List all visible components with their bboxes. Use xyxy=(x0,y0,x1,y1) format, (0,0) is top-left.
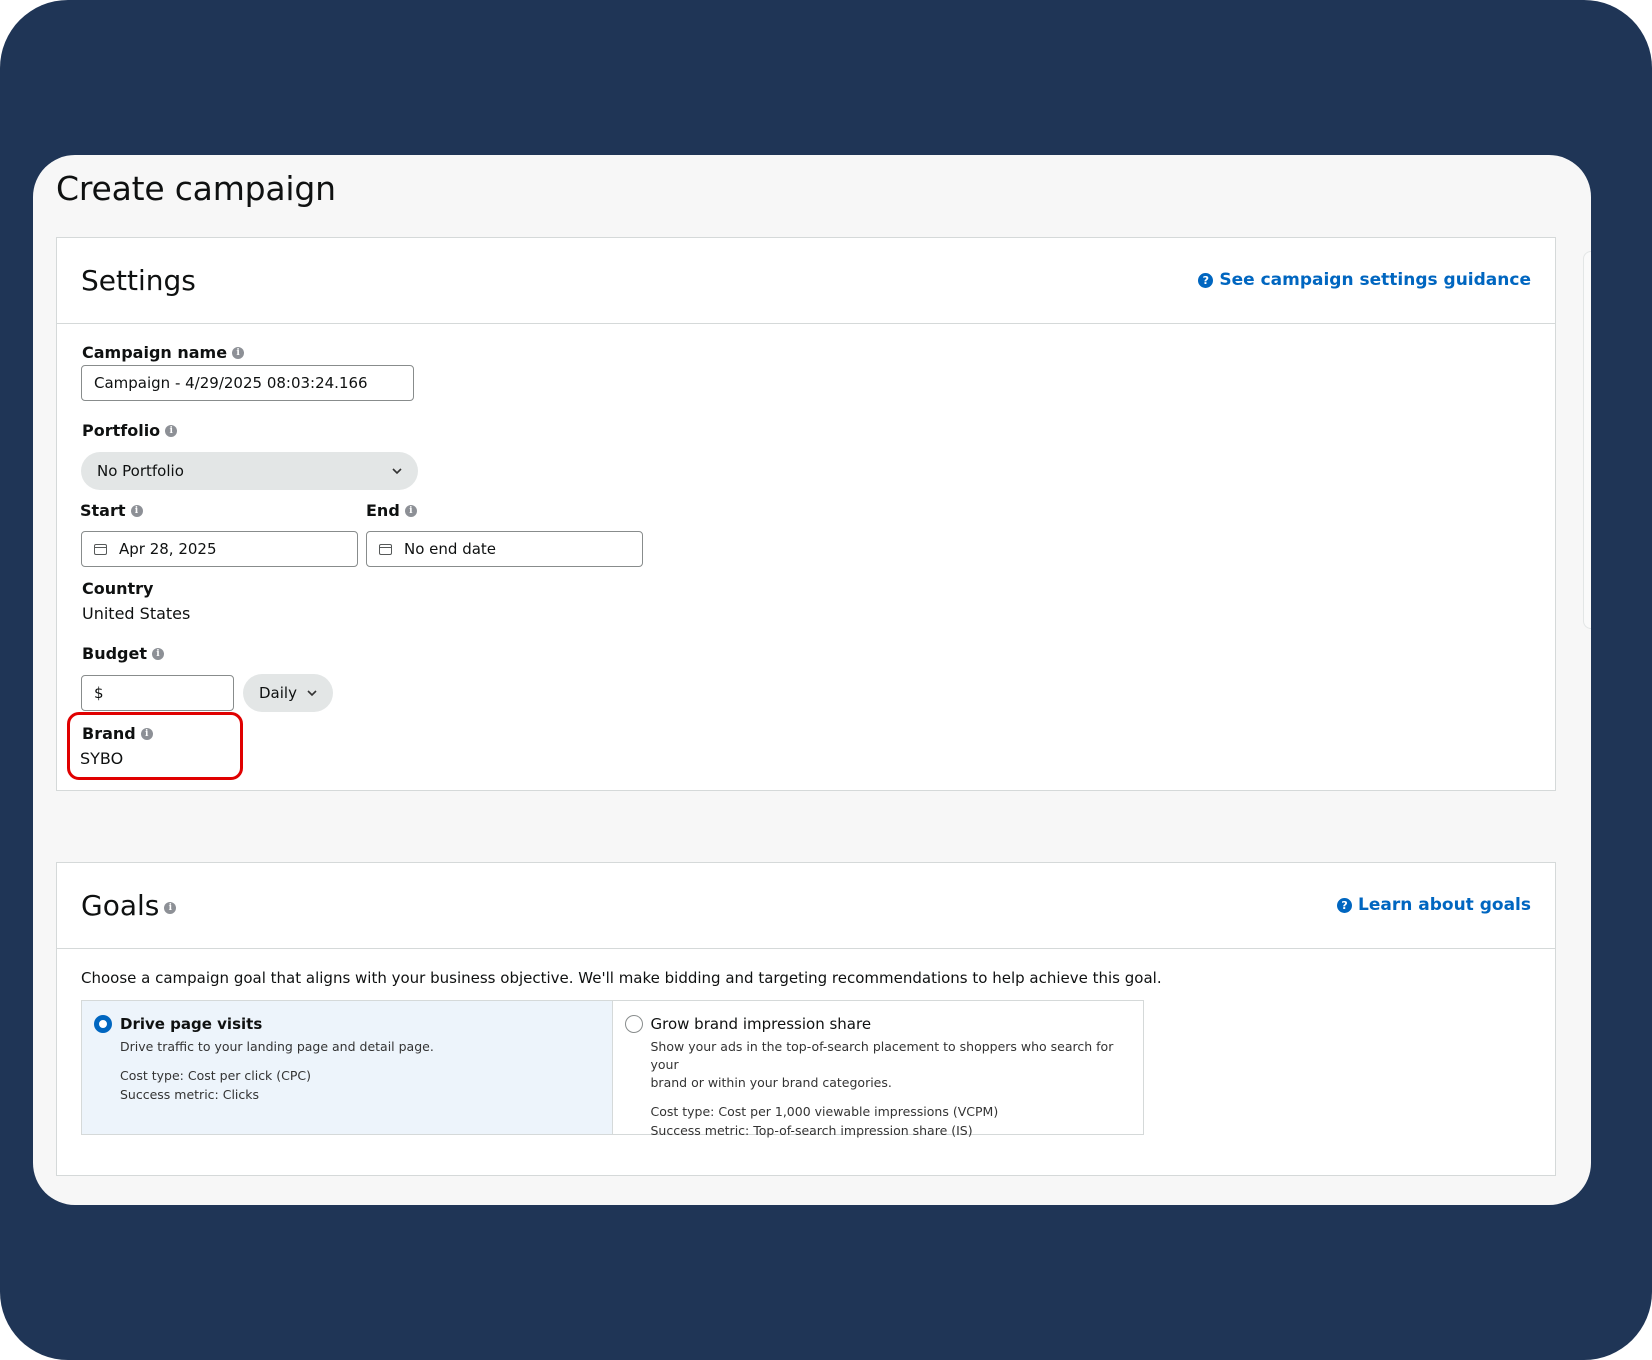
country-label-text: Country xyxy=(82,579,154,598)
help-icon: ? xyxy=(1198,272,1214,288)
start-label: Start i xyxy=(80,501,143,520)
info-icon[interactable]: i xyxy=(152,647,164,660)
start-date-value: Apr 28, 2025 xyxy=(119,540,217,558)
radio-selected-icon[interactable] xyxy=(94,1015,112,1033)
goal-option-subtitle: Show your ads in the top-of-search place… xyxy=(651,1038,1144,1092)
settings-guidance-label: See campaign settings guidance xyxy=(1219,270,1531,290)
portfolio-value: No Portfolio xyxy=(97,462,184,480)
info-icon[interactable]: i xyxy=(130,504,143,517)
goals-header: Goals i ? Learn about goals xyxy=(57,863,1555,949)
outer-frame: Create campaign Settings ? See campaign … xyxy=(0,0,1652,1360)
page-title: Create campaign xyxy=(56,169,336,208)
goal-option-title: Drive page visits xyxy=(120,1015,263,1033)
goal-success-metric: Success metric: Top-of-search impression… xyxy=(650,1123,973,1138)
budget-label-text: Budget xyxy=(82,644,147,663)
goal-option-meta: Cost type: Cost per 1,000 viewable impre… xyxy=(651,1102,1144,1140)
budget-period-value: Daily xyxy=(259,684,297,702)
info-icon[interactable]: i xyxy=(404,504,417,517)
settings-header: Settings ? See campaign settings guidanc… xyxy=(57,238,1555,324)
app-window: Create campaign Settings ? See campaign … xyxy=(33,155,1591,1205)
settings-card: Settings ? See campaign settings guidanc… xyxy=(56,237,1556,791)
info-icon[interactable]: i xyxy=(164,901,177,914)
campaign-name-label: Campaign name i xyxy=(82,343,245,362)
budget-label: Budget i xyxy=(82,644,164,663)
budget-period-select[interactable]: Daily xyxy=(243,674,333,712)
start-date-input[interactable]: Apr 28, 2025 xyxy=(81,531,358,567)
goal-options: Drive page visits Drive traffic to your … xyxy=(81,1000,1144,1138)
campaign-name-value: Campaign - 4/29/2025 08:03:24.166 xyxy=(94,374,368,392)
goal-cost-type: Cost type: Cost per click (CPC) xyxy=(120,1068,312,1083)
settings-title: Settings xyxy=(81,264,196,297)
info-icon[interactable]: i xyxy=(232,346,245,359)
currency-symbol: $ xyxy=(94,684,104,702)
end-label-text: End xyxy=(366,501,400,520)
start-label-text: Start xyxy=(80,501,126,520)
help-icon: ? xyxy=(1337,897,1353,913)
goal-option-drive-page-visits[interactable]: Drive page visits Drive traffic to your … xyxy=(82,1001,613,1134)
goal-option-title: Grow brand impression share xyxy=(650,1015,872,1033)
goal-subtitle-line: Show your ads in the top-of-search place… xyxy=(650,1039,1114,1072)
end-date-value: No end date xyxy=(404,540,497,558)
goals-description: Choose a campaign goal that aligns with … xyxy=(81,969,1162,987)
campaign-name-input[interactable]: Campaign - 4/29/2025 08:03:24.166 xyxy=(81,365,414,401)
calendar-icon xyxy=(379,543,392,555)
info-icon[interactable]: i xyxy=(165,424,178,437)
portfolio-label-text: Portfolio xyxy=(82,421,161,440)
goal-option-grow-brand-impression-share[interactable]: Grow brand impression share Show your ad… xyxy=(613,1001,1144,1138)
campaign-name-label-text: Campaign name xyxy=(82,343,228,362)
settings-guidance-link[interactable]: ? See campaign settings guidance xyxy=(1198,270,1531,290)
goal-option-subtitle: Drive traffic to your landing page and d… xyxy=(120,1039,434,1054)
goal-success-metric: Success metric: Clicks xyxy=(120,1087,260,1102)
learn-goals-link[interactable]: ? Learn about goals xyxy=(1337,895,1531,915)
learn-goals-label: Learn about goals xyxy=(1358,895,1531,915)
portfolio-label: Portfolio i xyxy=(82,421,178,440)
portfolio-select[interactable]: No Portfolio xyxy=(81,452,418,490)
chevron-down-icon xyxy=(392,468,402,475)
radio-unselected-icon[interactable] xyxy=(624,1015,643,1033)
budget-input[interactable]: $ xyxy=(81,675,234,711)
end-label: End i xyxy=(366,501,417,520)
goals-title-wrap: Goals i xyxy=(81,889,177,922)
brand-highlight-annotation xyxy=(67,712,243,780)
country-value: United States xyxy=(82,604,191,623)
goals-card: Goals i ? Learn about goals Choose a cam… xyxy=(56,862,1556,1176)
goal-cost-type: Cost type: Cost per 1,000 viewable impre… xyxy=(650,1104,999,1119)
country-label: Country xyxy=(82,579,153,598)
goal-subtitle-line: brand or within your brand categories. xyxy=(650,1075,892,1090)
goals-title: Goals xyxy=(81,889,160,922)
chevron-down-icon xyxy=(307,690,317,697)
goal-option-meta: Cost type: Cost per click (CPC) Success … xyxy=(120,1066,612,1104)
end-date-input[interactable]: No end date xyxy=(366,531,643,567)
side-panel-edge xyxy=(1583,251,1591,629)
calendar-icon xyxy=(94,543,107,555)
